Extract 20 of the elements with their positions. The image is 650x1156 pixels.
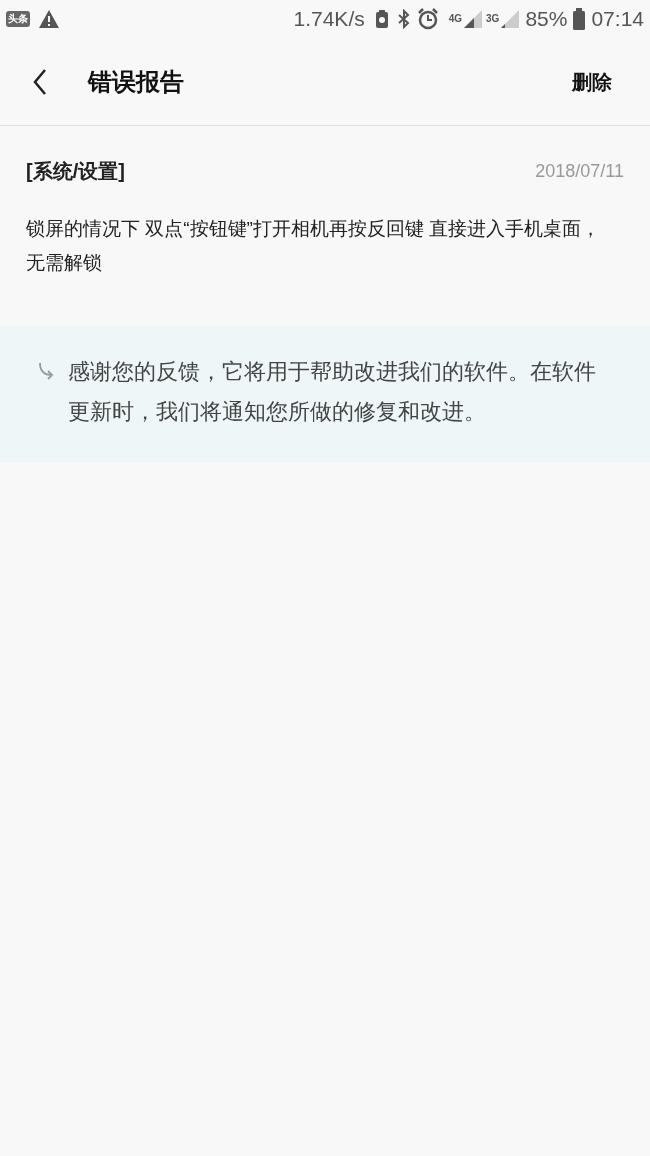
battery-icon <box>573 8 586 30</box>
report-description: 锁屏的情况下 双点“按钮键”打开相机再按反回键 直接进入手机桌面，无需解锁 <box>26 217 602 275</box>
alarm-icon <box>416 8 439 30</box>
network-speed: 1.74K/s <box>293 6 365 33</box>
page-title: 错误报告 <box>88 66 184 97</box>
warning-icon <box>38 9 60 29</box>
bluetooth-icon <box>396 9 411 29</box>
delete-button[interactable]: 删除 <box>568 58 616 105</box>
network-type-label: 4G <box>448 14 463 24</box>
back-icon <box>33 68 47 95</box>
report-date: 2018/07/11 <box>535 159 624 183</box>
reply-message: 感谢您的反馈，它将用于帮助改进我们的软件。在软件更新时，我们将通知您所做的修复和改进。 <box>68 358 597 426</box>
network-type-label: 3G <box>486 14 500 24</box>
battery-charging-icon <box>374 9 389 29</box>
app-badge: 头条 <box>6 11 30 27</box>
clock: 07:14 <box>591 6 644 33</box>
report-category: [系统/设置] <box>26 159 125 184</box>
battery-percent: 85% <box>525 6 568 33</box>
signal-icon <box>464 10 483 28</box>
signal-icon <box>501 10 520 28</box>
